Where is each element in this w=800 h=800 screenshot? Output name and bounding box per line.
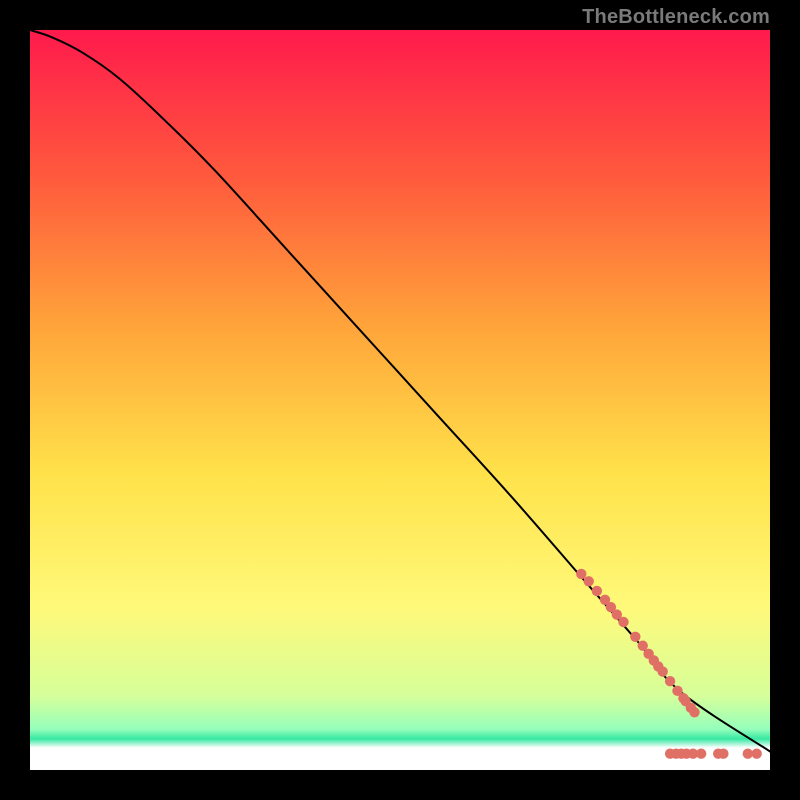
marker-point xyxy=(576,569,586,579)
chart-container: TheBottleneck.com xyxy=(0,0,800,800)
marker-point xyxy=(658,666,668,676)
marker-point xyxy=(630,632,640,642)
chart-plot-area xyxy=(30,30,770,770)
marker-point xyxy=(584,576,594,586)
marker-point xyxy=(718,749,728,759)
marker-point xyxy=(665,676,675,686)
marker-point xyxy=(618,617,628,627)
marker-point xyxy=(743,749,753,759)
watermark-text: TheBottleneck.com xyxy=(582,6,770,29)
marker-point xyxy=(751,749,761,759)
marker-point xyxy=(592,586,602,596)
marker-point xyxy=(689,707,699,717)
marker-point xyxy=(696,749,706,759)
chart-background-gradient xyxy=(30,30,770,770)
